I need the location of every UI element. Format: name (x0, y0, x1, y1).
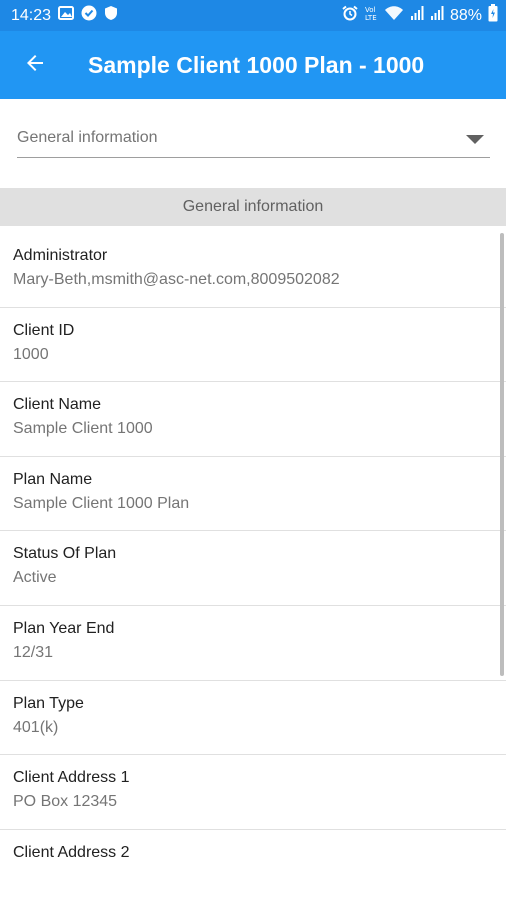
field-value: Active (13, 569, 57, 587)
field-value: 1000 (13, 345, 49, 363)
wifi-icon (384, 5, 404, 26)
list-item: Client Address 1 PO Box 12345 (0, 755, 506, 830)
list-item: Administrator Mary-Beth,msmith@asc-net.c… (0, 233, 506, 308)
section-header: General information (0, 188, 506, 226)
signal-icon (410, 5, 424, 26)
field-label: Plan Year End (13, 619, 115, 637)
field-label: Plan Name (13, 470, 93, 488)
list-item: Client Name Sample Client 1000 (0, 382, 506, 457)
field-label: Client Name (13, 396, 102, 414)
field-label: Client Address 2 (13, 843, 130, 861)
app-notification-icon (81, 5, 97, 26)
field-value: PO Box 12345 (13, 793, 118, 811)
arrow-left-icon (23, 51, 47, 80)
svg-text:LTE: LTE (365, 14, 377, 22)
field-label: Client Address 1 (13, 769, 130, 787)
page-title: Sample Client 1000 Plan - 1000 (88, 51, 425, 78)
list-item: Plan Year End 12/31 (0, 606, 506, 681)
section-dropdown[interactable]: General information (17, 121, 490, 158)
field-value: 12/31 (13, 643, 54, 661)
field-label: Client ID (13, 321, 75, 339)
field-value: 401(k) (13, 718, 59, 736)
status-time: 14:23 (11, 6, 52, 24)
triangle-down-icon (466, 134, 484, 144)
volte-icon: Vol LTE (364, 4, 378, 27)
field-list[interactable]: Administrator Mary-Beth,msmith@asc-net.c… (0, 233, 506, 900)
status-bar: 14:23 Vol LTE 88% (0, 0, 506, 31)
list-item: Client Address 2 (0, 830, 506, 900)
list-item: Plan Type 401(k) (0, 681, 506, 756)
dropdown-selected-value: General information (17, 129, 158, 146)
battery-icon (488, 4, 498, 27)
field-value: Sample Client 1000 Plan (13, 494, 190, 512)
battery-percent: 88% (449, 6, 482, 24)
list-item: Client ID 1000 (0, 308, 506, 383)
list-item: Status Of Plan Active (0, 531, 506, 606)
signal-icon (430, 5, 444, 26)
section-header-title: General information (182, 198, 324, 215)
svg-text:Vol: Vol (365, 6, 376, 14)
scrollbar[interactable] (500, 233, 504, 676)
alarm-icon (342, 5, 358, 26)
field-label: Status Of Plan (13, 545, 117, 563)
field-value: Sample Client 1000 (13, 420, 153, 438)
back-button[interactable] (0, 31, 70, 99)
image-icon (58, 6, 75, 25)
list-item: Plan Name Sample Client 1000 Plan (0, 457, 506, 532)
field-label: Plan Type (13, 694, 84, 712)
field-label: Administrator (13, 247, 108, 264)
field-value: Mary-Beth,msmith@asc-net.com,8009502082 (13, 271, 340, 288)
app-bar: Sample Client 1000 Plan - 1000 (0, 31, 506, 99)
shield-icon (104, 5, 118, 26)
